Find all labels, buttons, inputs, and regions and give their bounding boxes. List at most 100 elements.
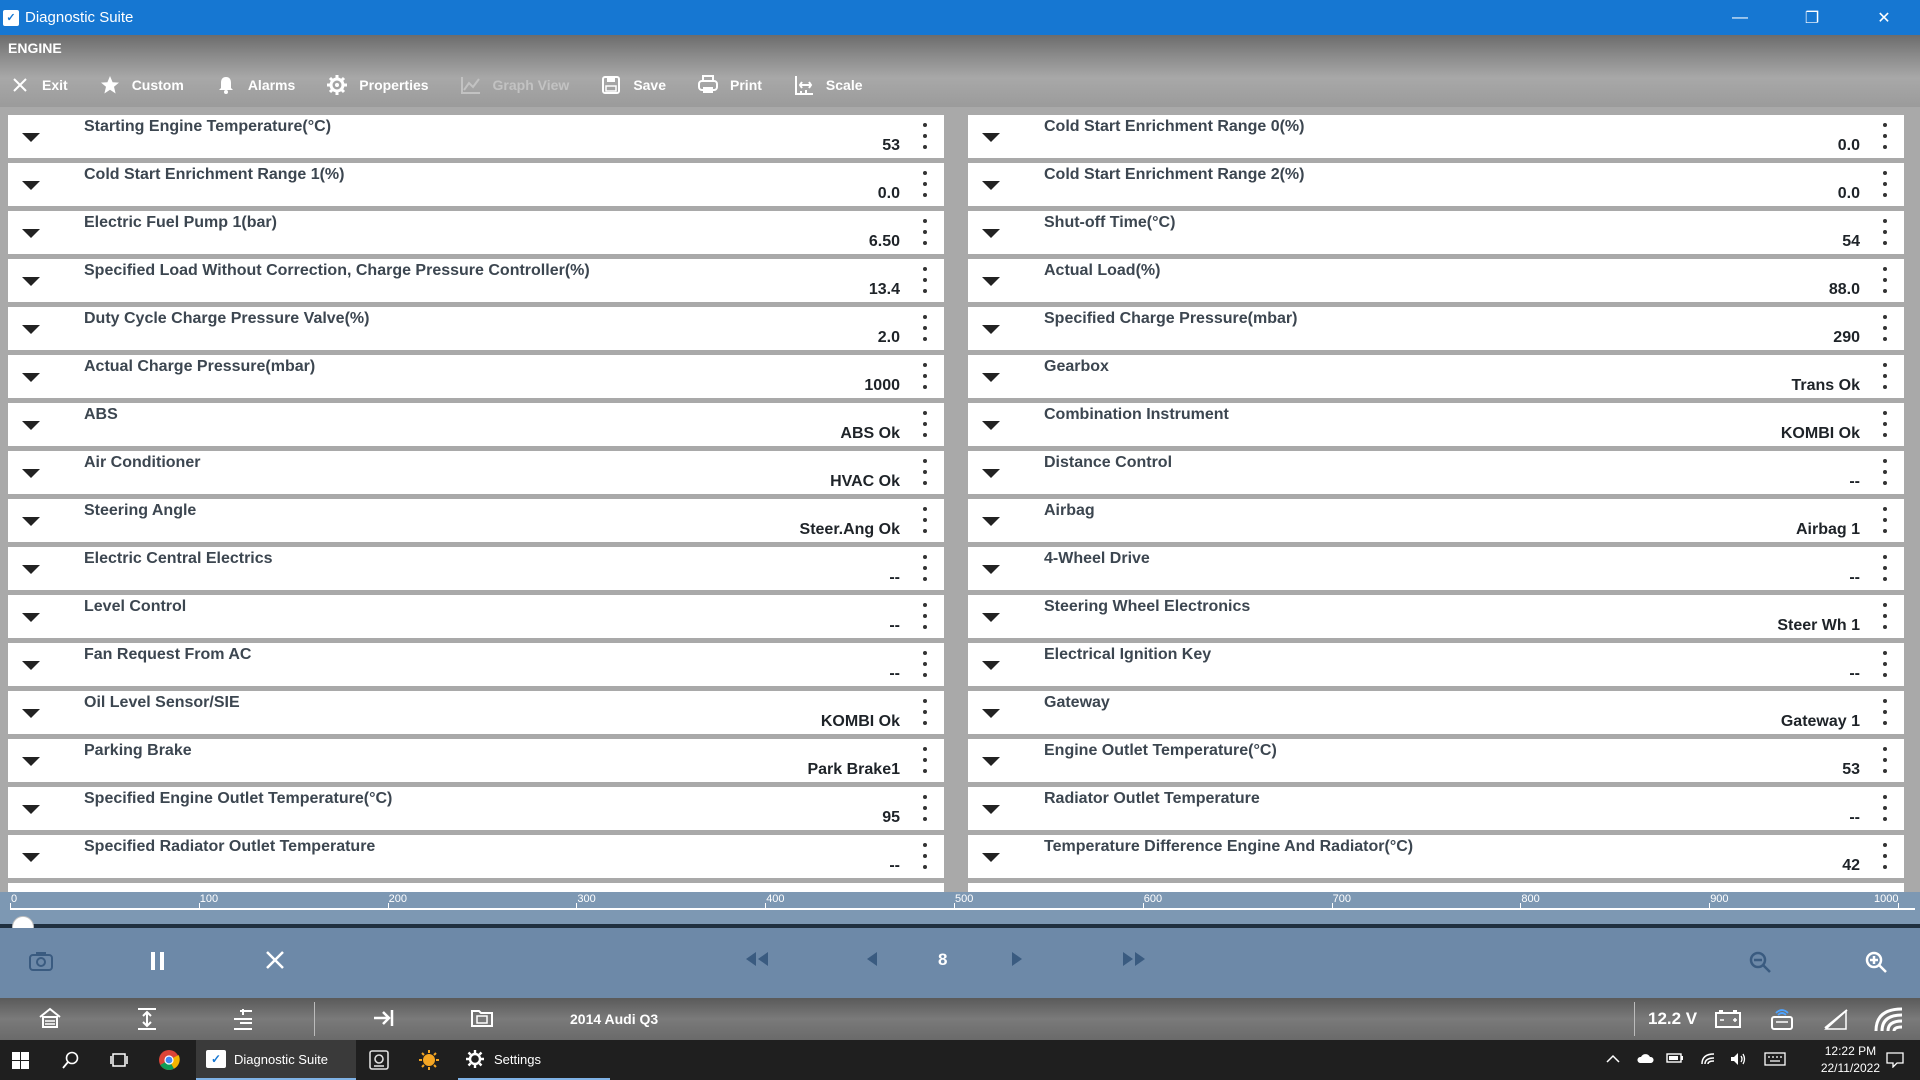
more-options-icon[interactable] <box>922 267 928 293</box>
more-options-icon[interactable] <box>1882 699 1888 725</box>
parameter-row[interactable]: Level Control -- <box>8 595 944 638</box>
parameter-row[interactable]: Parking Brake Park Brake1 <box>8 739 944 782</box>
more-options-icon[interactable] <box>1882 843 1888 869</box>
previous-page-button[interactable] <box>865 950 879 968</box>
parameter-row[interactable]: Actual Charge Pressure(mbar) 1000 <box>8 355 944 398</box>
speaker-icon[interactable] <box>1730 1052 1748 1069</box>
custom-button[interactable]: Custom <box>94 75 184 95</box>
expand-arrow-icon[interactable] <box>982 805 1000 814</box>
expand-arrow-icon[interactable] <box>22 805 40 814</box>
parameter-row[interactable]: Additional Water Pump <box>968 883 1904 892</box>
expand-arrow-icon[interactable] <box>22 421 40 430</box>
more-options-icon[interactable] <box>1882 555 1888 581</box>
more-options-icon[interactable] <box>1882 651 1888 677</box>
exit-button[interactable]: Exit <box>0 77 68 93</box>
parameter-row[interactable]: Airbag Airbag 1 <box>968 499 1904 542</box>
zoom-out-button[interactable] <box>1748 950 1772 974</box>
parameter-row[interactable]: Gearbox Trans Ok <box>968 355 1904 398</box>
zoom-in-button[interactable] <box>1864 950 1888 974</box>
minimize-button[interactable]: — <box>1704 0 1776 35</box>
parameter-row[interactable]: Oil Level Sensor/SIE KOMBI Ok <box>8 691 944 734</box>
more-options-icon[interactable] <box>922 363 928 389</box>
expand-arrow-icon[interactable] <box>22 757 40 766</box>
chrome-taskbar-button[interactable] <box>158 1040 180 1080</box>
parameter-row[interactable]: Radiator Outlet Temperature -- <box>968 787 1904 830</box>
pause-button[interactable] <box>148 950 168 972</box>
parameter-row[interactable]: Electric Central Electrics -- <box>8 547 944 590</box>
expand-arrow-icon[interactable] <box>22 133 40 142</box>
expand-arrow-icon[interactable] <box>22 709 40 718</box>
parameter-row[interactable]: Specified Engine Outlet Temperature(°C) 9… <box>8 787 944 830</box>
expand-arrow-icon[interactable] <box>982 661 1000 670</box>
expand-arrow-icon[interactable] <box>982 421 1000 430</box>
diagnostic-tool-taskbar-button[interactable] <box>368 1040 390 1080</box>
expand-arrow-icon[interactable] <box>982 277 1000 286</box>
notifications-button[interactable] <box>1886 1052 1904 1071</box>
parameter-row[interactable]: 4-Wheel Drive -- <box>968 547 1904 590</box>
more-options-icon[interactable] <box>922 747 928 773</box>
parameter-row[interactable]: Distance Control -- <box>968 451 1904 494</box>
show-hidden-icons-button[interactable] <box>1606 1052 1620 1067</box>
more-options-icon[interactable] <box>1882 123 1888 149</box>
parameter-row[interactable]: Combination Instrument KOMBI Ok <box>968 403 1904 446</box>
more-options-icon[interactable] <box>922 651 928 677</box>
sun-app-taskbar-button[interactable] <box>418 1040 440 1080</box>
task-view-button[interactable] <box>110 1040 128 1080</box>
parameter-row[interactable]: Duty Cycle Fan Actuator 1(%) <box>8 883 944 892</box>
parameter-row[interactable]: Engine Outlet Temperature(°C) 53 <box>968 739 1904 782</box>
expand-arrow-icon[interactable] <box>982 517 1000 526</box>
scale-button[interactable]: Scale <box>788 74 863 96</box>
first-page-button[interactable] <box>744 950 770 968</box>
parameter-row[interactable]: Actual Load(%) 88.0 <box>968 259 1904 302</box>
expand-arrow-icon[interactable] <box>982 469 1000 478</box>
restore-button[interactable]: ❐ <box>1776 0 1848 35</box>
network-icon[interactable] <box>1700 1052 1716 1069</box>
more-options-icon[interactable] <box>922 171 928 197</box>
parameter-row[interactable]: Fan Request From AC -- <box>8 643 944 686</box>
expand-arrow-icon[interactable] <box>982 757 1000 766</box>
time-ruler[interactable]: 0 100 200 300 400 500 600 700 800 900 1000 <box>0 892 1920 938</box>
snapshot-camera-button[interactable] <box>28 950 54 972</box>
more-options-icon[interactable] <box>922 795 928 821</box>
expand-arrow-icon[interactable] <box>22 325 40 334</box>
expand-arrow-icon[interactable] <box>982 565 1000 574</box>
parameter-row[interactable]: Temperature Difference Engine And Radiat… <box>968 835 1904 878</box>
expand-arrow-icon[interactable] <box>22 565 40 574</box>
expand-arrow-icon[interactable] <box>22 469 40 478</box>
alarms-button[interactable]: Alarms <box>210 75 295 95</box>
parameter-row[interactable]: Electric Fuel Pump 1(bar) 6.50 <box>8 211 944 254</box>
more-options-icon[interactable] <box>922 219 928 245</box>
parameter-row[interactable]: Specified Radiator Outlet Temperature -- <box>8 835 944 878</box>
more-options-icon[interactable] <box>922 507 928 533</box>
more-options-icon[interactable] <box>922 603 928 629</box>
expand-arrow-icon[interactable] <box>22 661 40 670</box>
start-button[interactable] <box>12 1040 29 1080</box>
parameter-row[interactable]: Cold Start Enrichment Range 1(%) 0.0 <box>8 163 944 206</box>
more-options-icon[interactable] <box>922 459 928 485</box>
save-button[interactable]: Save <box>595 75 666 95</box>
more-options-icon[interactable] <box>922 315 928 341</box>
more-options-icon[interactable] <box>1882 315 1888 341</box>
properties-button[interactable]: Properties <box>321 74 429 96</box>
more-options-icon[interactable] <box>1882 747 1888 773</box>
parameter-row[interactable]: Shut-off Time(°C) 54 <box>968 211 1904 254</box>
parameter-row[interactable]: Specified Load Without Correction, Charg… <box>8 259 944 302</box>
more-options-icon[interactable] <box>922 555 928 581</box>
more-options-icon[interactable] <box>922 123 928 149</box>
more-options-icon[interactable] <box>1882 459 1888 485</box>
more-options-icon[interactable] <box>1882 507 1888 533</box>
search-button[interactable] <box>62 1040 80 1080</box>
more-options-icon[interactable] <box>1882 795 1888 821</box>
export-button[interactable] <box>372 1007 396 1034</box>
parameter-row[interactable]: Starting Engine Temperature(°C) 53 <box>8 115 944 158</box>
clock[interactable]: 12:22 PM 22/11/2022 <box>1821 1043 1880 1077</box>
next-page-button[interactable] <box>1010 950 1024 968</box>
parameter-row[interactable]: Air Conditioner HVAC Ok <box>8 451 944 494</box>
home-button[interactable] <box>38 1007 62 1034</box>
close-window-button[interactable]: ✕ <box>1848 0 1920 35</box>
stop-button[interactable] <box>265 950 285 970</box>
more-options-icon[interactable] <box>1882 171 1888 197</box>
parameter-row[interactable]: Cold Start Enrichment Range 0(%) 0.0 <box>968 115 1904 158</box>
settings-taskbar-button[interactable]: Settings <box>458 1040 610 1080</box>
expand-arrow-icon[interactable] <box>22 373 40 382</box>
